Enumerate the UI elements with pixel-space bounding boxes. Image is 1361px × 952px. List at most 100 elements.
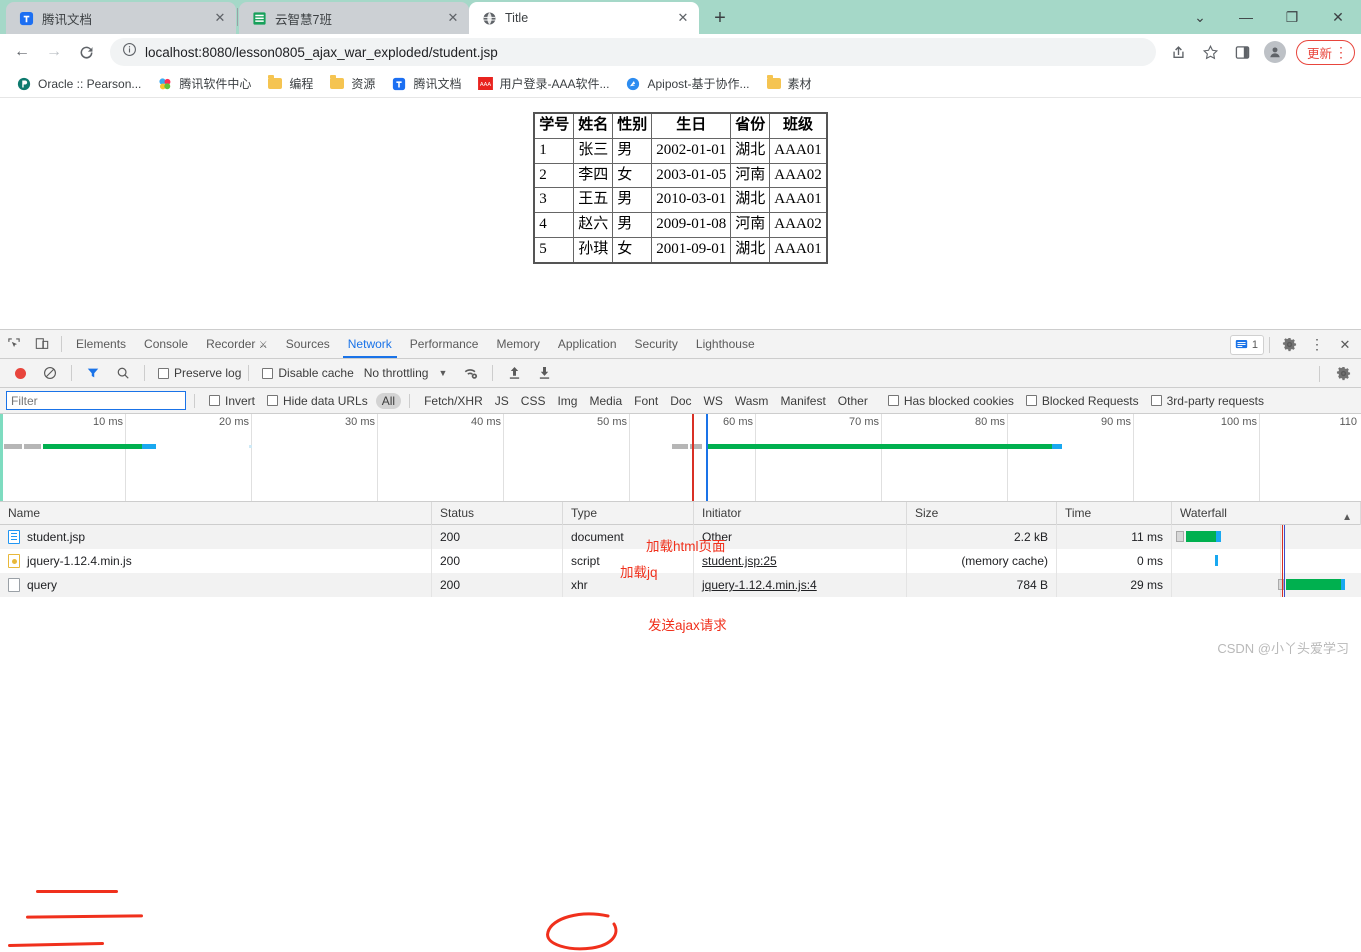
- address-bar[interactable]: localhost:8080/lesson0805_ajax_war_explo…: [110, 38, 1156, 66]
- search-icon[interactable]: [109, 360, 137, 386]
- filter-type-fetch-xhr[interactable]: Fetch/XHR: [418, 393, 489, 409]
- filter-type-manifest[interactable]: Manifest: [774, 393, 831, 409]
- filter-type-css[interactable]: CSS: [515, 393, 552, 409]
- device-toolbar-icon[interactable]: [28, 331, 56, 357]
- filter-type-all[interactable]: All: [375, 392, 402, 409]
- close-window-icon[interactable]: ✕: [1315, 0, 1361, 34]
- inspect-element-icon[interactable]: [0, 331, 28, 357]
- filter-type-img[interactable]: Img: [551, 393, 583, 409]
- initiator-link[interactable]: student.jsp:25: [702, 554, 777, 568]
- column-header-size[interactable]: Size: [907, 501, 1057, 525]
- upload-har-icon[interactable]: [500, 360, 528, 386]
- maximize-icon[interactable]: ❐: [1269, 0, 1315, 34]
- request-initiator[interactable]: student.jsp:25: [694, 549, 907, 573]
- record-stop-icon[interactable]: [6, 360, 34, 386]
- gear-icon[interactable]: [1275, 332, 1303, 358]
- filter-input[interactable]: [6, 391, 186, 410]
- tab-memory[interactable]: Memory: [487, 330, 548, 358]
- tab-performance[interactable]: Performance: [401, 330, 488, 358]
- network-overview-timeline[interactable]: 10 ms 20 ms 30 ms 40 ms 50 ms 60 ms 70 m…: [0, 414, 1361, 502]
- third-party-requests-checkbox[interactable]: 3rd-party requests: [1150, 394, 1264, 408]
- request-name-cell[interactable]: student.jsp: [0, 525, 432, 549]
- tab-lighthouse[interactable]: Lighthouse: [687, 330, 764, 358]
- bookmark-item[interactable]: 资源: [321, 72, 383, 95]
- filter-type-ws[interactable]: WS: [698, 393, 729, 409]
- browser-tab-0[interactable]: 腾讯文档 ✕: [6, 2, 236, 34]
- column-header-time[interactable]: Time: [1057, 501, 1172, 525]
- invert-checkbox[interactable]: Invert: [209, 394, 255, 408]
- bookmark-item[interactable]: Oracle :: Pearson...: [8, 73, 149, 95]
- side-panel-icon[interactable]: [1228, 37, 1258, 67]
- request-name-cell[interactable]: query: [0, 573, 432, 597]
- update-button[interactable]: 更新 ⋮: [1295, 39, 1355, 65]
- request-initiator[interactable]: jquery-1.12.4.min.js:4: [694, 573, 907, 597]
- divider: [61, 336, 62, 352]
- checkbox-box: [262, 367, 274, 379]
- forward-icon[interactable]: →: [38, 36, 70, 68]
- kebab-menu-icon[interactable]: ⋮: [1334, 45, 1348, 59]
- column-header-status[interactable]: Status: [432, 501, 563, 525]
- filter-type-font[interactable]: Font: [628, 393, 664, 409]
- tab-close-icon[interactable]: ✕: [673, 8, 693, 28]
- filter-type-js[interactable]: JS: [489, 393, 515, 409]
- browser-tab-1[interactable]: 云智慧7班 ✕: [239, 2, 469, 34]
- has-blocked-cookies-checkbox[interactable]: Has blocked cookies: [887, 394, 1014, 408]
- clear-icon[interactable]: [36, 360, 64, 386]
- column-header-type[interactable]: Type: [563, 501, 694, 525]
- filter-funnel-icon[interactable]: [79, 360, 107, 386]
- column-header-name[interactable]: Name: [0, 501, 432, 525]
- preserve-log-checkbox[interactable]: Preserve log: [158, 366, 241, 380]
- bookmark-item[interactable]: AAA 用户登录-AAA软件...: [469, 72, 617, 95]
- tab-security[interactable]: Security: [626, 330, 687, 358]
- new-tab-button[interactable]: +: [705, 3, 735, 33]
- hide-data-urls-checkbox[interactable]: Hide data URLs: [267, 394, 368, 408]
- filter-type-doc[interactable]: Doc: [664, 393, 697, 409]
- share-icon[interactable]: [1164, 37, 1194, 67]
- chevron-down-icon[interactable]: ▼: [438, 368, 447, 378]
- download-har-icon[interactable]: [530, 360, 558, 386]
- table-row[interactable]: query 200 xhr jquery-1.12.4.min.js:4 784…: [0, 573, 1361, 597]
- tab-network[interactable]: Network: [339, 330, 401, 358]
- star-icon[interactable]: [1196, 37, 1226, 67]
- tab-sources[interactable]: Sources: [277, 330, 339, 358]
- browser-tab-2[interactable]: Title ✕: [469, 2, 699, 34]
- tab-application[interactable]: Application: [549, 330, 626, 358]
- browser-window: 腾讯文档 ✕ 云智慧7班 ✕ Title ✕ + ⌄ — ❐ ✕ ← → loc…: [0, 0, 1361, 951]
- filter-type-wasm[interactable]: Wasm: [729, 393, 775, 409]
- svg-text:AAA: AAA: [480, 82, 491, 88]
- reload-icon[interactable]: [70, 36, 102, 68]
- filter-type-media[interactable]: Media: [583, 393, 628, 409]
- wifi-settings-icon[interactable]: [457, 360, 485, 386]
- tab-console[interactable]: Console: [135, 330, 197, 358]
- kebab-menu-icon[interactable]: ⋮: [1303, 332, 1331, 358]
- bookmark-item[interactable]: 编程: [259, 72, 321, 95]
- tab-close-icon[interactable]: ✕: [443, 8, 463, 28]
- bookmark-item[interactable]: 腾讯软件中心: [149, 72, 259, 95]
- initiator-link[interactable]: jquery-1.12.4.min.js:4: [702, 578, 817, 592]
- gear-icon[interactable]: [1329, 361, 1357, 387]
- annotation-underline-query: [7, 941, 105, 947]
- filter-type-other[interactable]: Other: [832, 393, 874, 409]
- table-row[interactable]: jquery-1.12.4.min.js 200 script student.…: [0, 549, 1361, 573]
- bookmark-item[interactable]: 素材: [758, 72, 820, 95]
- checkbox-box: [1025, 395, 1037, 406]
- minimize-icon[interactable]: —: [1223, 0, 1269, 34]
- bookmark-item[interactable]: 腾讯文档: [383, 72, 469, 95]
- request-name-cell[interactable]: jquery-1.12.4.min.js: [0, 549, 432, 573]
- console-message-badge[interactable]: 1: [1229, 334, 1264, 355]
- column-header-initiator[interactable]: Initiator: [694, 501, 907, 525]
- tab-search-chevron-down-icon[interactable]: ⌄: [1177, 0, 1223, 34]
- tab-elements[interactable]: Elements: [67, 330, 135, 358]
- tab-close-icon[interactable]: ✕: [210, 8, 230, 28]
- bookmark-item[interactable]: Apipost-基于协作...: [617, 72, 757, 95]
- close-icon[interactable]: ✕: [1331, 332, 1359, 358]
- throttling-select[interactable]: No throttling: [364, 366, 429, 380]
- back-icon[interactable]: ←: [6, 36, 38, 68]
- table-row[interactable]: student.jsp 200 document Other 2.2 kB 11…: [0, 525, 1361, 549]
- info-circle-icon[interactable]: [122, 42, 137, 62]
- tab-recorder[interactable]: Recorder ⚔: [197, 330, 277, 358]
- disable-cache-checkbox[interactable]: Disable cache: [262, 366, 354, 380]
- profile-avatar-icon[interactable]: [1260, 37, 1290, 67]
- blocked-requests-checkbox[interactable]: Blocked Requests: [1025, 394, 1139, 408]
- column-header-waterfall[interactable]: Waterfall ▲: [1172, 501, 1361, 525]
